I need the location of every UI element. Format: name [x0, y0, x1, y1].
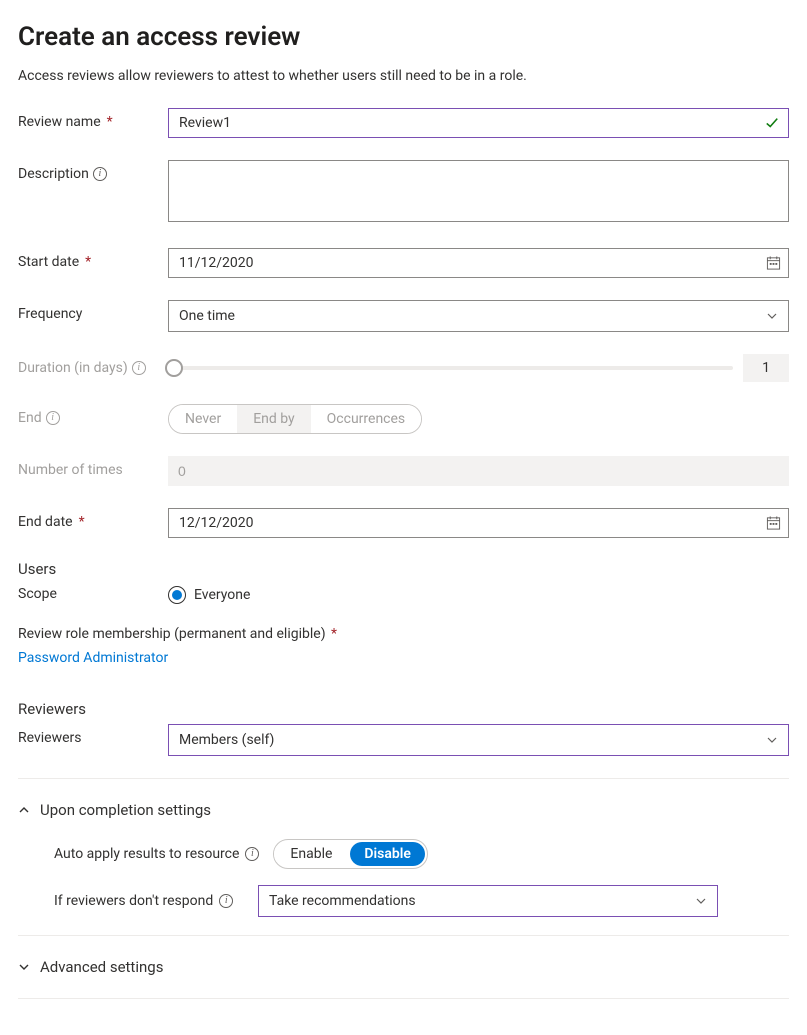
chevron-down-icon [766, 734, 778, 746]
scope-radio-everyone[interactable]: Everyone [168, 584, 789, 604]
page-subtitle: Access reviews allow reviewers to attest… [18, 68, 789, 84]
info-icon[interactable]: i [93, 167, 107, 181]
end-date-label: End date* [18, 508, 168, 530]
toggle-disable[interactable]: Disable [350, 842, 425, 866]
if-no-respond-value: Take recommendations [269, 893, 416, 909]
chevron-down-icon [766, 310, 778, 322]
radio-icon [168, 586, 186, 604]
section-divider [18, 998, 789, 999]
role-membership-label: Review role membership (permanent and el… [18, 626, 326, 642]
scope-option-label: Everyone [194, 587, 250, 603]
auto-apply-label: Auto apply results to resource i [54, 846, 259, 862]
reviewers-label: Reviewers [18, 724, 168, 746]
number-of-times-label: Number of times [18, 456, 168, 478]
info-icon[interactable]: i [245, 847, 259, 861]
chevron-down-icon [18, 961, 30, 973]
section-divider [18, 935, 789, 936]
role-link-password-administrator[interactable]: Password Administrator [18, 650, 168, 666]
advanced-settings-toggle[interactable]: Advanced settings [18, 954, 789, 980]
required-asterisk: * [79, 514, 85, 530]
start-date-label: Start date* [18, 248, 168, 270]
auto-apply-toggle: Enable Disable [273, 839, 428, 869]
required-asterisk: * [107, 114, 113, 130]
reviewers-select[interactable]: Members (self) [168, 724, 789, 756]
end-option-occurrences[interactable]: Occurrences [311, 405, 422, 433]
chevron-up-icon [18, 804, 30, 816]
page-title: Create an access review [18, 22, 789, 52]
toggle-enable[interactable]: Enable [274, 846, 348, 862]
number-of-times-input [168, 456, 789, 486]
advanced-settings-label: Advanced settings [40, 958, 163, 976]
frequency-select[interactable]: One time [168, 300, 789, 332]
info-icon[interactable]: i [132, 361, 146, 375]
end-option-end-by[interactable]: End by [237, 405, 310, 433]
reviewers-heading: Reviewers [18, 700, 789, 718]
end-label: End i [18, 404, 168, 426]
chevron-down-icon [695, 895, 707, 907]
if-no-respond-label: If reviewers don't respond i [54, 893, 244, 909]
users-heading: Users [18, 560, 789, 578]
frequency-label: Frequency [18, 300, 168, 322]
review-name-label: Review name* [18, 108, 168, 130]
end-date-input[interactable] [168, 508, 789, 538]
scope-label: Scope [18, 584, 168, 602]
end-segmented-control: Never End by Occurrences [168, 404, 422, 434]
start-date-input[interactable] [168, 248, 789, 278]
completion-settings-toggle[interactable]: Upon completion settings [18, 797, 789, 823]
description-input[interactable] [168, 160, 789, 222]
if-no-respond-select[interactable]: Take recommendations [258, 885, 718, 917]
required-asterisk: * [328, 626, 338, 642]
duration-label: Duration (in days) i [18, 354, 168, 376]
completion-settings-label: Upon completion settings [40, 801, 211, 819]
required-asterisk: * [85, 254, 91, 270]
description-label: Description i [18, 160, 168, 182]
duration-slider[interactable] [168, 366, 733, 370]
reviewers-value: Members (self) [179, 732, 274, 748]
review-name-input[interactable] [168, 108, 789, 138]
frequency-value: One time [179, 308, 235, 324]
slider-thumb[interactable] [165, 359, 183, 377]
info-icon[interactable]: i [46, 411, 60, 425]
info-icon[interactable]: i [219, 894, 233, 908]
end-option-never[interactable]: Never [169, 405, 237, 433]
duration-value: 1 [743, 354, 789, 382]
section-divider [18, 778, 789, 779]
